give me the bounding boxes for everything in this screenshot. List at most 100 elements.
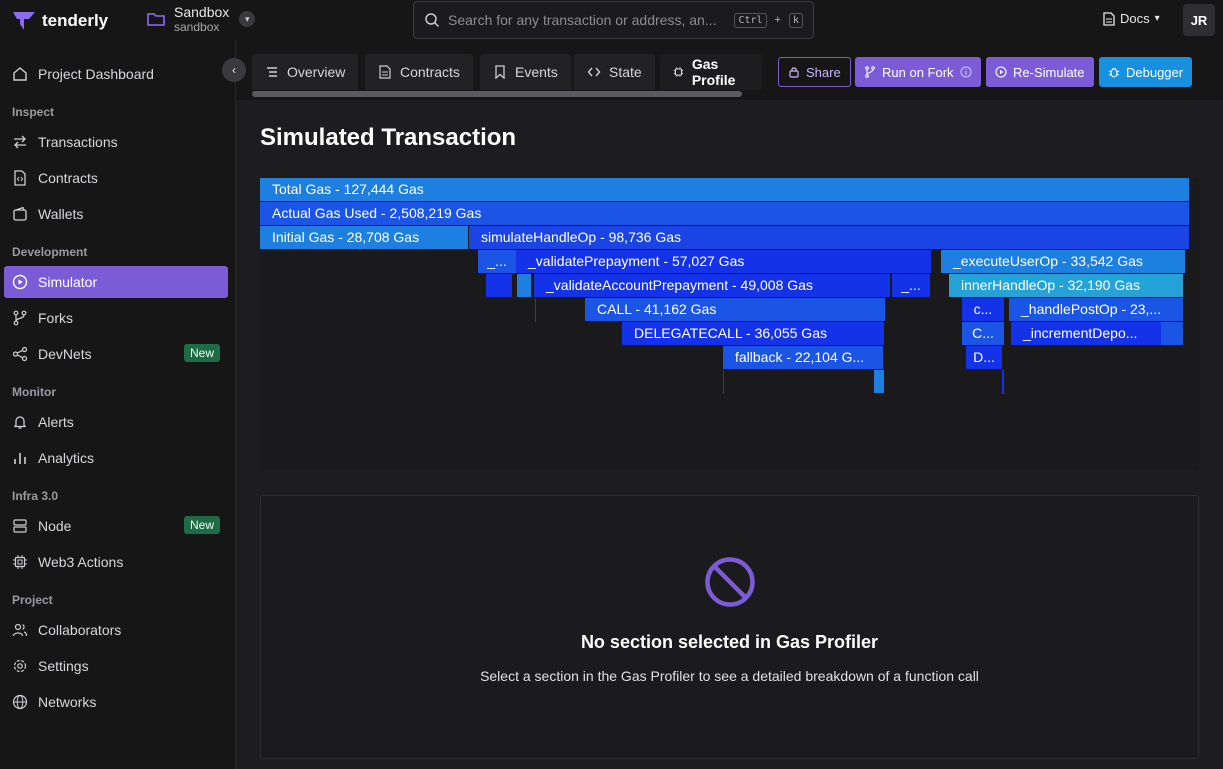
- sidebar-item-label: Transactions: [38, 134, 118, 150]
- project-switcher[interactable]: Sandbox sandbox ▾: [146, 4, 256, 34]
- flame-bar-delegatecall[interactable]: DELEGATECALL - 36,055 Gas: [622, 322, 884, 345]
- page-title: Simulated Transaction: [260, 124, 517, 151]
- flame-bar-execute-user-op[interactable]: _executeUserOp - 33,542 Gas: [941, 250, 1185, 273]
- empty-state-description: Select a section in the Gas Profiler to …: [480, 668, 979, 684]
- code-icon: [587, 67, 601, 77]
- tab-label: State: [609, 64, 642, 80]
- section-development: Development: [12, 245, 88, 259]
- sidebar-item-transactions[interactable]: Transactions: [4, 126, 228, 158]
- flame-bar-collapsed[interactable]: _...: [478, 250, 516, 273]
- flame-bar-actual-gas-used[interactable]: Actual Gas Used - 2,508,219 Gas: [260, 202, 1189, 225]
- flame-bar-thin: [535, 298, 536, 322]
- sidebar-item-simulator[interactable]: Simulator: [4, 266, 228, 298]
- info-icon: [960, 66, 972, 78]
- avatar[interactable]: JR: [1183, 4, 1215, 36]
- sidebar-item-label: Alerts: [38, 414, 74, 430]
- flame-bar-inner-handle-op[interactable]: innerHandleOp - 32,190 Gas: [949, 274, 1183, 297]
- users-icon: [12, 623, 28, 637]
- docs-menu[interactable]: Docs ▾: [1103, 11, 1160, 26]
- sidebar-item-node[interactable]: Node New: [4, 510, 228, 542]
- flame-bar-small[interactable]: [517, 274, 531, 297]
- flame-bar-small[interactable]: [874, 370, 884, 393]
- flame-bar-collapsed[interactable]: C...: [962, 322, 1004, 345]
- gear-icon: [13, 659, 27, 673]
- sidebar-item-label: DevNets: [38, 346, 92, 362]
- flame-bar-thin: [723, 370, 724, 394]
- re-simulate-label: Re-Simulate: [1013, 64, 1085, 80]
- re-simulate-button[interactable]: Re-Simulate: [986, 57, 1094, 87]
- prohibited-icon: [705, 557, 755, 607]
- sidebar-item-forks[interactable]: Forks: [4, 302, 228, 334]
- chevron-down-icon[interactable]: ▾: [239, 11, 256, 27]
- flame-bar-initial-gas[interactable]: Initial Gas - 28,708 Gas: [260, 226, 468, 249]
- shortcut-key-k: k: [788, 12, 803, 28]
- debugger-button[interactable]: Debugger: [1099, 57, 1193, 87]
- sidebar-item-label: Wallets: [38, 206, 84, 222]
- flame-bar-total-gas[interactable]: Total Gas - 127,444 Gas: [260, 178, 1189, 201]
- sidebar-item-label: Simulator: [38, 274, 98, 290]
- flame-bar-small[interactable]: [486, 274, 512, 297]
- tab-state[interactable]: State: [574, 54, 655, 90]
- sidebar-item-analytics[interactable]: Analytics: [4, 442, 228, 474]
- flame-bar-validate-account-prepayment[interactable]: _validateAccountPrepayment - 49,008 Gas: [534, 274, 890, 297]
- tab-scrollbar[interactable]: [252, 91, 742, 97]
- chip-icon: [673, 67, 684, 77]
- share-button[interactable]: Share: [778, 57, 851, 87]
- sidebar-item-networks[interactable]: Networks: [4, 686, 228, 718]
- sidebar-item-collaborators[interactable]: Collaborators: [4, 614, 228, 646]
- debugger-label: Debugger: [1126, 64, 1184, 80]
- sidebar-item-devnets[interactable]: DevNets New: [4, 338, 228, 370]
- sidebar-collapse-button[interactable]: ‹: [222, 58, 246, 82]
- app-name: tenderly: [42, 11, 109, 30]
- tab-contracts[interactable]: Contracts: [365, 54, 473, 90]
- sidebar-item-alerts[interactable]: Alerts: [4, 406, 228, 438]
- flame-bar-increment-deposit[interactable]: _incrementDepo...: [1011, 322, 1161, 345]
- tab-gas-profiler[interactable]: Gas Profile: [660, 54, 762, 90]
- home-icon: [13, 67, 27, 81]
- list-icon: [267, 67, 277, 77]
- tab-label: Events: [515, 64, 558, 80]
- sidebar-item-label: Collaborators: [38, 622, 122, 638]
- flame-bar-collapsed[interactable]: c...: [962, 298, 1004, 321]
- tenderly-logo[interactable]: tenderly: [12, 10, 108, 32]
- server-icon: [13, 519, 27, 533]
- sidebar-item-label: Node: [38, 518, 72, 534]
- sidebar-item-label: Project Dashboard: [38, 66, 154, 82]
- search-icon: [425, 13, 440, 28]
- wallet-icon: [13, 206, 27, 221]
- sidebar-item-project-dashboard[interactable]: Project Dashboard: [4, 58, 228, 90]
- document-icon: [379, 65, 391, 79]
- shortcut-plus: +: [774, 14, 781, 26]
- flame-bar-simulate-handle-op[interactable]: simulateHandleOp - 98,736 Gas: [469, 226, 1189, 249]
- section-monitor: Monitor: [12, 385, 56, 399]
- play-circle-icon: [12, 274, 28, 290]
- flame-bar-call[interactable]: CALL - 41,162 Gas: [585, 298, 885, 321]
- flame-bar-collapsed[interactable]: _...: [892, 274, 930, 297]
- sidebar-item-web3-actions[interactable]: Web3 Actions: [4, 546, 228, 578]
- transfer-arrows-icon: [14, 135, 26, 149]
- tab-overview[interactable]: Overview: [252, 54, 359, 90]
- tenderly-logo-icon: [13, 12, 35, 30]
- flame-bar-fallback[interactable]: fallback - 22,104 G...: [723, 346, 883, 369]
- flame-bar-small[interactable]: [1161, 322, 1183, 345]
- new-badge: New: [183, 516, 220, 534]
- project-slug: sandbox: [174, 20, 220, 34]
- flame-bar-thin: [1002, 370, 1004, 394]
- tab-events[interactable]: Events: [480, 54, 571, 90]
- sidebar-item-label: Contracts: [38, 170, 98, 186]
- project-name: Sandbox: [174, 4, 230, 20]
- empty-state-title: No section selected in Gas Profiler: [580, 632, 879, 652]
- sidebar-item-label: Networks: [38, 694, 97, 710]
- flame-bar-handle-post-op[interactable]: _handlePostOp - 23,...: [1009, 298, 1183, 321]
- tab-label: Overview: [287, 64, 346, 80]
- sidebar-item-contracts[interactable]: Contracts: [4, 162, 228, 194]
- flame-bar-validate-prepayment[interactable]: _validatePrepayment - 57,027 Gas: [516, 250, 931, 273]
- sidebar-item-settings[interactable]: Settings: [4, 650, 228, 682]
- run-on-fork-button[interactable]: Run on Fork: [855, 57, 981, 87]
- share-label: Share: [806, 64, 841, 80]
- search-input[interactable]: Search for any transaction or address, a…: [413, 1, 814, 39]
- run-on-fork-label: Run on Fork: [882, 64, 954, 80]
- sidebar-item-wallets[interactable]: Wallets: [4, 198, 228, 230]
- flame-bar-collapsed[interactable]: D...: [966, 346, 1002, 369]
- folder-icon: [147, 13, 165, 26]
